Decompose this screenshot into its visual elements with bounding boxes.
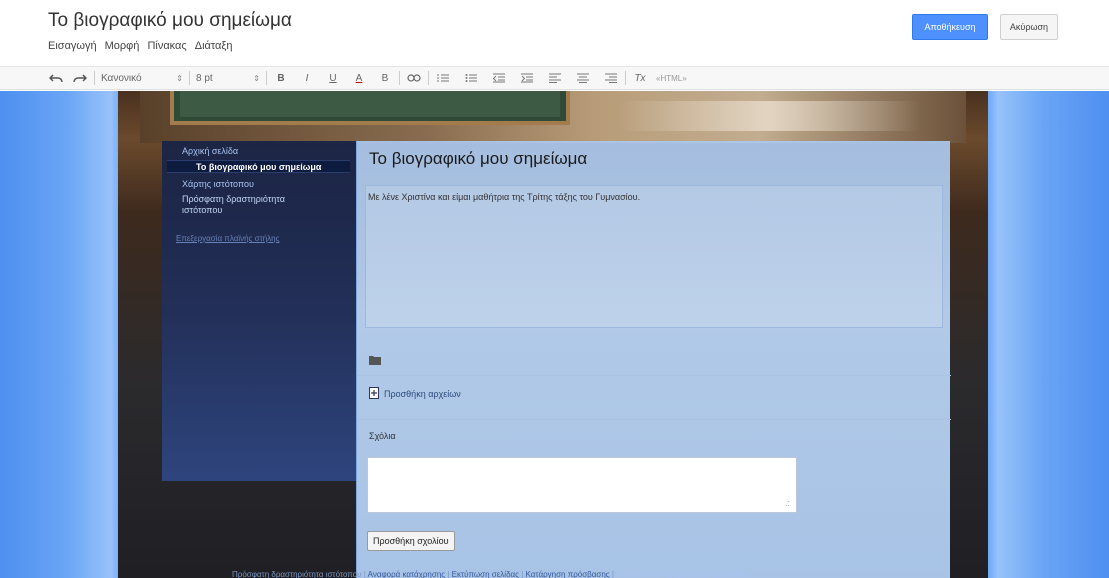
main-content: Το βιογραφικό μου σημείωμα Με λένε Χριστ… [356,141,951,578]
footer-print-page[interactable]: Εκτύπωση σελίδας [452,570,519,578]
highlight-color-button[interactable]: B [377,68,393,88]
toolbar-divider [399,71,400,85]
decrease-indent-icon[interactable] [491,68,507,88]
resize-grip-icon[interactable]: .: [785,498,790,508]
footer-remove-access[interactable]: Κατάργηση πρόσβασης [526,570,610,578]
site-footer: Πρόσφατη δραστηριότητα ιστότοπου | Αναφο… [232,570,746,578]
undo-icon[interactable] [48,68,64,88]
footer-powered-by: Με την υποστήριξη του Google Sites [616,570,746,578]
sidebar-item-sitemap[interactable]: Χάρτης ιστότοπου [182,179,254,190]
comment-textarea[interactable]: .: [367,457,797,513]
style-select-value: Κανονικό [101,72,142,84]
sidebar-item-recent-activity[interactable]: Πρόσφατη δραστηριότητα ιστότοπου [182,194,312,216]
align-center-icon[interactable] [575,68,591,88]
text-color-button[interactable]: A [351,68,367,88]
header-photo [140,91,966,143]
sidebar-item-cv-active[interactable]: Το βιογραφικό μου σημείωμα [167,160,350,173]
document-title: Το βιογραφικό μου σημείωμα [48,10,292,31]
site-editor-window: { "header": { "title": "Το βιογραφικό μο… [0,0,1109,578]
toolbar-divider [428,71,429,85]
menu-insert[interactable]: Εισαγωγή [48,40,97,52]
italic-button[interactable]: I [299,68,315,88]
align-right-icon[interactable] [603,68,619,88]
style-select[interactable]: Κανονικό ⇕ [101,68,183,88]
toolbar-divider [266,71,267,85]
footer-report-abuse[interactable]: Αναφορά κατάχρησης [368,570,446,578]
sidebar-item-home[interactable]: Αρχική σελίδα [182,146,238,157]
attach-files-row[interactable]: Προσθήκη αρχείων [369,387,461,401]
edit-sidebar-link[interactable]: Επεξεργασία πλαϊνής στήλης [176,234,280,243]
section-divider [357,419,951,420]
comments-heading: Σχόλια [369,431,396,441]
clear-formatting-button[interactable]: Tx [632,68,648,88]
bold-button[interactable]: B [273,68,289,88]
formatting-toolbar: Κανονικό ⇕ 8 pt ⇕ B I U A B Tx «HTML» [0,66,1109,90]
page-body-editor[interactable]: Με λένε Χριστίνα και είμαι μαθήτρια της … [365,185,943,328]
classroom-desk-image [620,101,920,131]
link-icon[interactable] [406,68,422,88]
footer-recent-activity[interactable]: Πρόσφατη δραστηριότητα ιστότοπου [232,570,362,578]
chalkboard-surface [180,91,560,117]
page-title: Το βιογραφικό μου σημείωμα [369,149,588,168]
add-file-icon [369,387,379,401]
section-divider [357,375,951,376]
add-comment-button[interactable]: Προσθήκη σχολίου [367,531,455,551]
html-button[interactable]: «HTML» [656,68,687,88]
font-size-value: 8 pt [196,72,213,84]
numbered-list-icon[interactable] [435,68,451,88]
toolbar-divider [625,71,626,85]
toolbar-divider [94,71,95,85]
font-size-select[interactable]: 8 pt ⇕ [196,68,260,88]
bulleted-list-icon[interactable] [463,68,479,88]
style-select-arrow-icon: ⇕ [176,73,183,83]
underline-button[interactable]: U [325,68,341,88]
menu-format[interactable]: Μορφή [105,40,140,52]
chalkboard-image [170,91,570,125]
menu-table[interactable]: Πίνακας [147,40,186,52]
cancel-button[interactable]: Ακύρωση [1000,14,1058,40]
page-body-text: Με λένε Χριστίνα και είμαι μαθήτρια της … [368,192,641,202]
folder-icon [369,352,381,365]
sidebar-item-cv-label: Το βιογραφικό μου σημείωμα [196,162,322,172]
align-left-icon[interactable] [547,68,563,88]
sidebar-navigation: Αρχική σελίδα Το βιογραφικό μου σημείωμα… [162,141,356,481]
attach-files-link[interactable]: Προσθήκη αρχείων [384,389,461,399]
increase-indent-icon[interactable] [519,68,535,88]
menu-bar: Εισαγωγή Μορφή Πίνακας Διάταξη [48,40,232,52]
menu-layout[interactable]: Διάταξη [195,40,233,52]
toolbar-divider [189,71,190,85]
save-button[interactable]: Αποθήκευση [912,14,988,40]
font-size-arrow-icon: ⇕ [253,73,260,83]
redo-icon[interactable] [72,68,88,88]
